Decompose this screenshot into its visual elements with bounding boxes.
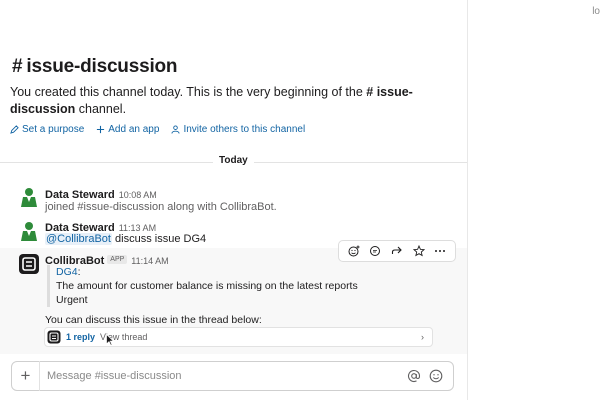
right-side-panel: lo: [467, 0, 600, 400]
more-actions-icon: [435, 250, 446, 252]
bot-footer-text: You can discuss this issue in the thread…: [45, 314, 262, 326]
issue-link-colon: :: [77, 266, 81, 278]
emoji-button[interactable]: [425, 365, 447, 387]
share-icon: [391, 246, 402, 254]
thread-replies-bar[interactable]: 1 reply View thread ›: [44, 327, 433, 347]
message-input[interactable]: [40, 370, 403, 382]
message-timestamp[interactable]: 10:08 AM: [119, 190, 157, 200]
right-panel-text: lo: [592, 6, 600, 17]
set-purpose-link[interactable]: Set a purpose: [10, 124, 84, 135]
user-avatar[interactable]: [18, 186, 40, 208]
bot-avatar[interactable]: [18, 253, 40, 275]
bookmark-button[interactable]: [410, 242, 428, 260]
date-divider-label[interactable]: Today: [213, 155, 254, 166]
message-actions-toolbar: [338, 240, 456, 262]
add-app-link[interactable]: Add an app: [96, 124, 159, 135]
message-row: Data Steward 10:08 AM joined #issue-discu…: [0, 182, 467, 216]
channel-intro: You created this channel today. This is …: [10, 84, 450, 118]
app-badge: APP: [107, 255, 128, 265]
emoji-icon: [429, 369, 443, 383]
message-composer: +: [11, 361, 454, 391]
message-text: @CollibraBot discuss issue DG4: [45, 232, 206, 246]
mention-button[interactable]: [403, 365, 425, 387]
page-title: # issue-discussion: [12, 56, 178, 78]
issue-link[interactable]: DG4: [56, 266, 78, 278]
issue-quote-block: DG4: The amount for customer balance is …: [47, 265, 358, 307]
plus-icon: +: [20, 366, 31, 385]
intro-prefix: You created this channel today. This is …: [10, 85, 363, 99]
person-icon: [171, 125, 180, 134]
pencil-icon: [10, 125, 19, 134]
replier-avatar: [47, 330, 61, 344]
user-mention[interactable]: @CollibraBot: [45, 233, 112, 245]
channel-actions: Set a purpose Add an app Invite others t…: [10, 124, 305, 135]
more-actions-button[interactable]: [431, 242, 449, 260]
issue-description: The amount for customer balance is missi…: [56, 280, 358, 292]
attach-button[interactable]: +: [12, 361, 40, 391]
message-text: joined #issue-discussion along with Coll…: [45, 201, 277, 213]
plus-icon: [97, 125, 105, 134]
reply-count[interactable]: 1 reply: [66, 332, 95, 342]
invite-others-link[interactable]: Invite others to this channel: [171, 124, 305, 135]
invite-others-label: Invite others to this channel: [183, 124, 306, 135]
share-button[interactable]: [388, 242, 406, 260]
mouse-cursor-icon: [106, 334, 114, 346]
at-sign-icon: [407, 370, 421, 383]
chevron-right-icon: ›: [421, 332, 424, 342]
channel-main-pane: # issue-discussion You created this chann…: [0, 0, 467, 400]
channel-hash: #: [12, 56, 23, 77]
set-purpose-label: Set a purpose: [22, 124, 85, 135]
reply-in-thread-button[interactable]: [366, 242, 384, 260]
add-reaction-button[interactable]: [345, 242, 363, 260]
user-avatar[interactable]: [18, 220, 40, 242]
reply-in-thread-icon: [370, 246, 381, 256]
intro-suffix: channel.: [78, 102, 127, 116]
message-text-rest: discuss issue DG4: [115, 233, 207, 245]
issue-priority: Urgent: [56, 294, 88, 306]
channel-name: issue-discussion: [26, 56, 178, 77]
add-app-label: Add an app: [108, 124, 160, 135]
bookmark-icon: [412, 245, 425, 257]
add-reaction-icon: [348, 245, 360, 257]
